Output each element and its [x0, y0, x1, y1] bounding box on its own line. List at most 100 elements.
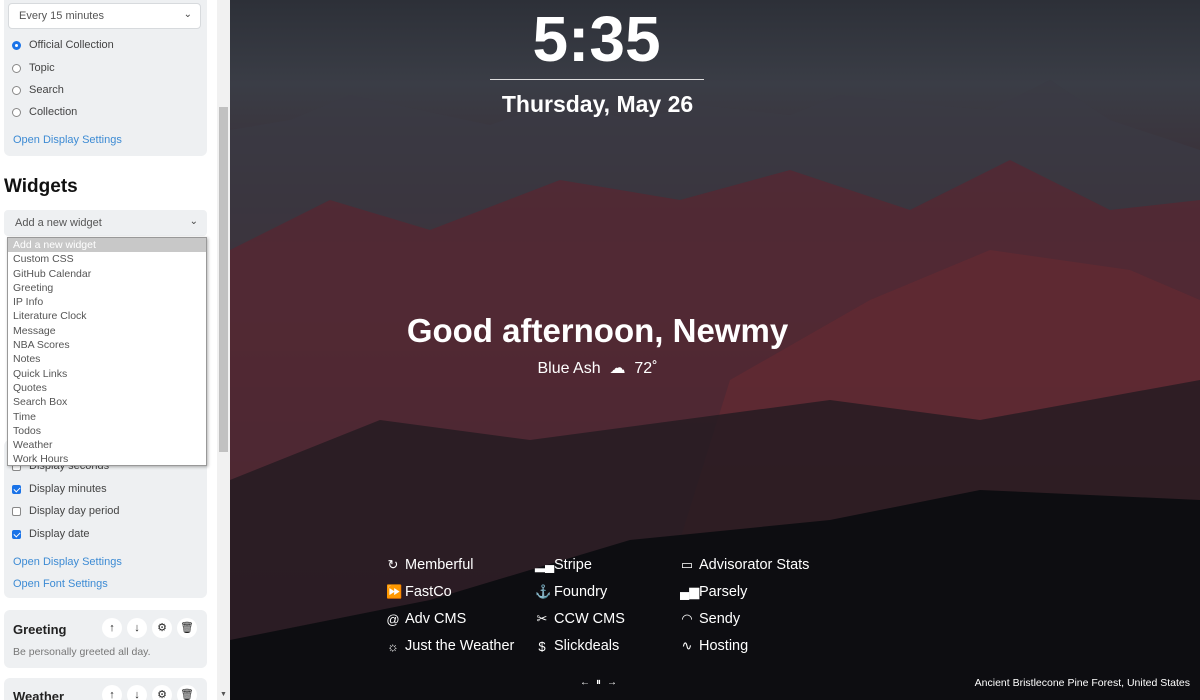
quick-link[interactable]: ▄▆ Parsely	[680, 584, 747, 600]
photo-credit[interactable]: Ancient Bristlecone Pine Forest, United …	[975, 677, 1190, 689]
settings-button[interactable]: ⚙	[152, 618, 172, 638]
move-down-button[interactable]: ↓	[127, 618, 147, 638]
chevron-down-icon: ⌄	[189, 216, 198, 227]
checkbox-display-day-period[interactable]: Display day period	[12, 505, 120, 517]
move-up-button[interactable]: ↑	[102, 685, 122, 700]
settings-button[interactable]: ⚙	[152, 685, 172, 700]
quick-link[interactable]: $ Slickdeals	[535, 638, 619, 654]
radio-button[interactable]	[12, 85, 21, 95]
quick-link[interactable]: ✂ CCW CMS	[535, 611, 625, 627]
dropdown-option[interactable]: Message	[8, 324, 206, 338]
dropdown-option[interactable]: Literature Clock	[8, 309, 206, 323]
dropdown-option[interactable]: Notes	[8, 352, 206, 366]
dropdown-option[interactable]: NBA Scores	[8, 338, 206, 352]
link-icon: ∿	[681, 638, 693, 653]
link-icon: ⏩	[386, 584, 403, 599]
quick-link[interactable]: ⚓ Foundry	[535, 584, 607, 600]
link-label: Foundry	[554, 584, 608, 600]
dropdown-option[interactable]: Greeting	[8, 281, 206, 295]
dropdown-option[interactable]: Add a new widget	[8, 238, 206, 253]
dropdown-option[interactable]: Quick Links	[8, 367, 206, 381]
link-label: Parsely	[699, 584, 748, 600]
open-display-settings-link[interactable]: Open Display Settings	[13, 556, 122, 568]
link-label: Slickdeals	[554, 638, 620, 654]
greeting-text: Good afternoon, Newmy	[406, 312, 789, 349]
dropdown-option[interactable]: Quotes	[8, 381, 206, 395]
link-label: CCW CMS	[554, 611, 625, 627]
radio-label: Collection	[29, 106, 78, 118]
link-label: Stripe	[554, 557, 592, 573]
link-icon: ◠	[681, 611, 693, 626]
background-settings-card: Every 15 minutes ⌄	[4, 0, 207, 156]
dropdown-option[interactable]: Weather	[8, 438, 206, 452]
add-widget-placeholder: Add a new widget	[15, 217, 102, 229]
radio-label: Search	[29, 84, 64, 96]
open-display-settings-link[interactable]: Open Display Settings	[13, 134, 122, 146]
background-nav: ← ⏸ →	[580, 677, 617, 688]
link-icon: ✂	[536, 611, 548, 626]
cloud-lightning-icon: ☁	[609, 360, 626, 377]
checkbox[interactable]	[12, 529, 21, 539]
clock-date: Thursday, May 26	[501, 91, 694, 117]
scroll-down-arrow-icon[interactable]: ▼	[220, 691, 227, 698]
link-icon: ▄▆	[680, 584, 700, 599]
delete-button[interactable]: 🗑	[177, 685, 197, 700]
checkbox[interactable]	[12, 484, 21, 494]
quick-link[interactable]: ⏩ FastCo	[386, 584, 452, 600]
quick-link[interactable]: @ Adv CMS	[386, 611, 466, 627]
weather-widget-title: Weather	[13, 689, 65, 700]
quick-link[interactable]: ∿ Hosting	[680, 638, 749, 654]
dropdown-option[interactable]: Custom CSS	[8, 252, 206, 266]
dropdown-option[interactable]: Search Box	[8, 395, 206, 409]
quick-link[interactable]: ▭ Advisorator Stats	[680, 557, 810, 573]
radio-official-collection[interactable]: Official Collection	[12, 39, 114, 51]
radio-search[interactable]: Search	[12, 84, 64, 96]
quick-link[interactable]: ↻ Memberful	[386, 557, 474, 573]
weather-location: Blue Ash	[537, 360, 601, 377]
radio-label: Topic	[29, 62, 55, 74]
checkbox-label: Display day period	[29, 505, 120, 517]
move-up-button[interactable]: ↑	[102, 618, 122, 638]
clock-time: 5:35	[532, 3, 661, 75]
checkbox-display-date[interactable]: Display date	[12, 528, 90, 540]
quick-link[interactable]: ◠ Sendy	[680, 611, 740, 627]
frequency-select[interactable]: Every 15 minutes ⌄	[8, 3, 201, 29]
weather-widget: Blue Ash ☁ 72˚	[230, 358, 965, 378]
clock-divider	[490, 79, 704, 80]
dropdown-option[interactable]: Todos	[8, 424, 206, 438]
radio-label: Official Collection	[29, 39, 114, 51]
quick-link[interactable]: ▂▄ Stripe	[535, 557, 592, 573]
link-icon: $	[538, 638, 546, 654]
sidebar-scrollbar[interactable]: ▼	[217, 0, 230, 700]
next-background-button[interactable]: →	[607, 677, 617, 688]
link-icon: ▭	[680, 557, 694, 572]
radio-collection[interactable]: Collection	[12, 106, 77, 118]
radio-button[interactable]	[12, 107, 21, 117]
radio-button[interactable]	[12, 40, 21, 50]
quick-link[interactable]: ☼ Just the Weather	[386, 638, 514, 654]
move-down-button[interactable]: ↓	[127, 685, 147, 700]
dropdown-option[interactable]: Time	[8, 410, 206, 424]
checkbox[interactable]	[12, 506, 21, 516]
chevron-down-icon: ⌄	[183, 9, 192, 20]
delete-button[interactable]: 🗑	[177, 618, 197, 638]
link-label: Hosting	[699, 638, 749, 654]
open-font-settings-link[interactable]: Open Font Settings	[13, 578, 108, 590]
link-label: Adv CMS	[405, 611, 467, 627]
dropdown-option[interactable]: Work Hours	[8, 452, 206, 466]
greeting-widget-card: Greeting ↑ ↓ ⚙ 🗑 Be personally greeted a…	[4, 610, 207, 668]
radio-topic[interactable]: Topic	[12, 62, 55, 74]
link-icon: ⚓	[535, 584, 552, 599]
previous-background-button[interactable]: ←	[580, 677, 590, 688]
link-label: Advisorator Stats	[699, 557, 810, 573]
radio-button[interactable]	[12, 63, 21, 73]
greeting-widget-title: Greeting	[13, 622, 67, 637]
add-widget-select[interactable]: Add a new widget ⌄	[4, 210, 207, 236]
add-widget-dropdown-list[interactable]: Add a new widget Custom CSS GitHub Calenda…	[7, 237, 207, 466]
dropdown-option[interactable]: GitHub Calendar	[8, 267, 206, 281]
greeting-widget-description: Be personally greeted all day.	[13, 646, 151, 658]
scrollbar-thumb[interactable]	[219, 107, 228, 452]
pause-background-button[interactable]: ⏸	[596, 677, 601, 688]
checkbox-display-minutes[interactable]: Display minutes	[12, 483, 107, 495]
dropdown-option[interactable]: IP Info	[8, 295, 206, 309]
